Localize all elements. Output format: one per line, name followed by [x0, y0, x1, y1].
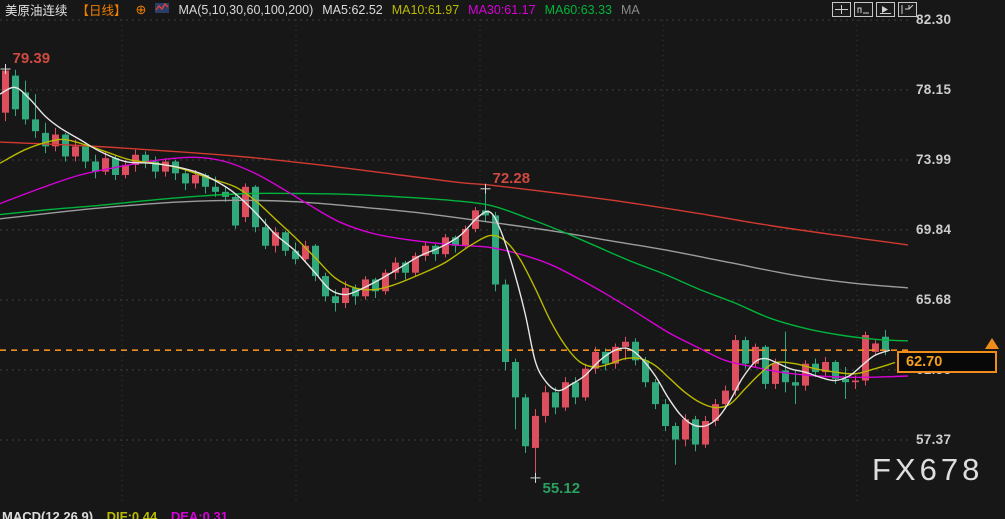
candle-body: [762, 347, 769, 384]
ma-settings-label: MA(5,10,30,60,100,200): [178, 3, 313, 17]
candle-body: [772, 364, 779, 384]
peak-label: 72.28: [493, 170, 531, 187]
candle-body: [232, 197, 239, 226]
high-label-marker: 79.39: [1, 50, 51, 74]
candle-body: [72, 146, 79, 156]
indicator-chart-icon: [155, 2, 169, 17]
current-price-badge: 62.70: [897, 351, 997, 373]
candle-body: [722, 391, 729, 404]
fx678-watermark: FX678: [872, 452, 983, 488]
low-label-marker: 55.12: [531, 473, 581, 497]
candle-body: [342, 288, 349, 303]
candle-body: [622, 342, 629, 347]
add-indicator-icon[interactable]: ⊕: [136, 3, 147, 16]
dif-value: DIF:0.44: [107, 509, 158, 519]
ma60-value: MA60:63.33: [545, 3, 612, 17]
y-axis-label: 57.37: [916, 432, 996, 447]
candle-body: [732, 340, 739, 391]
low-label: 55.12: [543, 480, 581, 497]
period-selector[interactable]: 【日线】: [77, 0, 127, 19]
candle-body: [82, 146, 89, 161]
candle-body: [572, 382, 579, 397]
sub-indicator-text-clipped: MACD(12,26,9) DIF:0.44 DEA:0.31: [2, 509, 602, 519]
y-axis-label: 65.68: [916, 292, 996, 307]
chart-window-icon[interactable]: [854, 2, 873, 17]
candle-body: [332, 296, 339, 303]
candle-body: [862, 335, 869, 380]
window-toolbar: [832, 2, 917, 17]
symbol-name: 美原油连续: [5, 0, 68, 19]
candle-body: [882, 337, 889, 350]
ma30-value: MA30:61.17: [468, 3, 535, 17]
peak-label-marker: 72.28: [481, 170, 531, 194]
chart-header: 美原油连续 【日线】 ⊕ MA(5,10,30,60,100,200) MA5:…: [5, 1, 640, 18]
candle-body: [742, 340, 749, 364]
trading-app: 79.39 72.28 55.12 美原油连续 【日线】 ⊕ MA(5,10,30,…: [0, 0, 1005, 519]
candle-body: [162, 162, 169, 172]
candle-body: [522, 397, 529, 446]
candle-body: [262, 227, 269, 246]
high-label: 79.39: [13, 50, 51, 67]
candle-body: [672, 426, 679, 439]
macd-label: MACD(12,26,9): [2, 509, 93, 519]
candle-body: [512, 362, 519, 397]
y-axis-label: 69.84: [916, 222, 996, 237]
price-up-arrow-icon: [985, 338, 999, 349]
candle-body: [12, 76, 19, 110]
candle-body: [142, 155, 149, 162]
y-axis-label: 73.99: [916, 152, 996, 167]
candle-body: [792, 382, 799, 385]
grid: [0, 20, 908, 505]
candle-body: [692, 419, 699, 444]
candle-body: [852, 381, 859, 383]
ma5-value: MA5:62.52: [322, 3, 382, 17]
candle-body: [652, 382, 659, 404]
split-layout-icon[interactable]: [832, 2, 851, 17]
candle-body: [32, 119, 39, 131]
y-axis-label: 78.15: [916, 82, 996, 97]
ma-line-ma10: [0, 139, 895, 407]
ma-line-ma30: [0, 157, 908, 377]
candle-body: [552, 392, 559, 407]
play-window-icon[interactable]: [876, 2, 895, 17]
candle-body: [182, 173, 189, 183]
candle-body: [542, 392, 549, 416]
candle-body: [192, 175, 199, 183]
ma-line-ma60: [0, 193, 908, 341]
candlestick-chart[interactable]: 79.39 72.28 55.12: [0, 0, 1005, 519]
y-axis-label: 82.30: [916, 12, 996, 27]
popout-window-icon[interactable]: [898, 2, 917, 17]
candle-body: [662, 404, 669, 426]
candle-body: [532, 416, 539, 448]
dea-value: DEA:0.31: [171, 509, 228, 519]
candle-body: [212, 187, 219, 192]
ma10-value: MA10:61.97: [392, 3, 459, 17]
candle-body: [462, 229, 469, 246]
candles: [2, 69, 889, 478]
ma100-value-truncated: MA: [621, 3, 640, 17]
